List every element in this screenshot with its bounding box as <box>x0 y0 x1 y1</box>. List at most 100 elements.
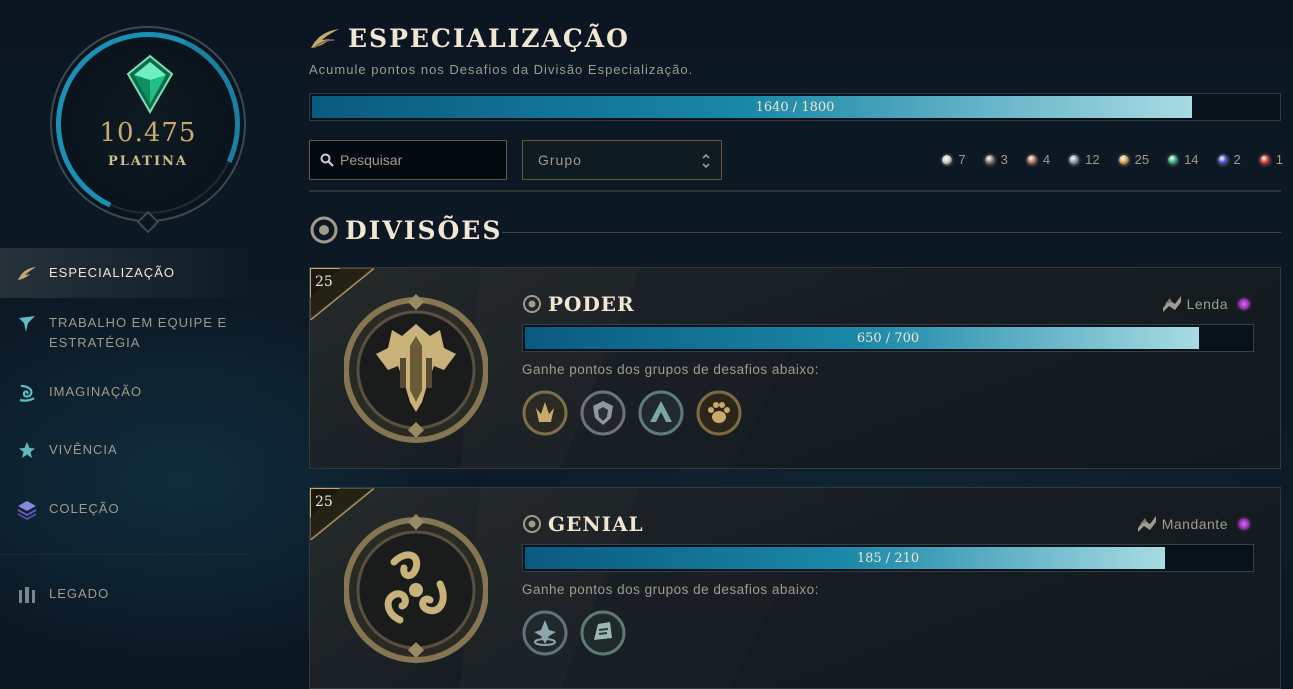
peak-icon[interactable] <box>638 390 684 436</box>
page-title: ESPECIALIZAÇÃO <box>348 24 630 53</box>
paw-icon[interactable] <box>696 390 742 436</box>
section-title: DIVISÕES <box>345 215 503 245</box>
sidebar-item-especializacao[interactable]: ESPECIALIZAÇÃO <box>0 248 248 298</box>
tier-gem-icon <box>940 152 955 167</box>
category-rank[interactable]: Mandante <box>1136 514 1252 534</box>
tier-gem-icon <box>1024 152 1039 167</box>
category-title: PODER <box>522 292 635 316</box>
header-divider <box>309 190 1281 192</box>
layers-icon <box>16 499 38 521</box>
tier-gem-icon <box>1067 152 1082 167</box>
challenge-groups <box>522 610 638 656</box>
scroll-icon[interactable] <box>580 610 626 656</box>
sidebar-item-vivencia[interactable]: VIVÊNCIA <box>0 440 248 462</box>
poder-medal-icon <box>344 294 488 443</box>
search-input[interactable] <box>340 152 500 168</box>
tier-count-value: 4 <box>1042 152 1051 167</box>
flag-icon <box>16 313 38 335</box>
crown-icon[interactable] <box>522 390 568 436</box>
tier-gem-icon <box>1257 152 1272 167</box>
banner-icon <box>1137 516 1156 532</box>
group-dropdown[interactable]: Grupo <box>522 140 722 180</box>
player-emblem[interactable]: 10.475 PLATINA <box>30 6 266 242</box>
tier-gem-icon <box>982 152 997 167</box>
rank-label: Lenda <box>1186 296 1228 312</box>
tier-count-value: 3 <box>1000 152 1008 167</box>
section-header: DIVISÕES <box>309 215 502 245</box>
target-icon <box>310 216 338 244</box>
tier-count: 7 <box>940 152 966 167</box>
tier-count-value: 25 <box>1134 152 1150 167</box>
sidebar-item-colecao[interactable]: COLEÇÃO <box>0 499 248 521</box>
tier-count: 2 <box>1215 152 1241 167</box>
swirl-icon <box>16 382 38 404</box>
sidebar-divider <box>0 554 248 555</box>
search-icon <box>320 153 334 167</box>
overall-progress-bar: 1640 / 1800 <box>309 93 1281 121</box>
category-progress-bar: 185 / 210 <box>522 544 1254 572</box>
tier-count-value: 14 <box>1184 152 1199 167</box>
group-dropdown-label: Grupo <box>538 152 582 168</box>
sidebar-item-imaginacao[interactable]: IMAGINAÇÃO <box>0 382 248 404</box>
category-progress-bar: 650 / 700 <box>522 324 1254 352</box>
sidebar-item-label: VIVÊNCIA <box>49 442 118 457</box>
star-icon <box>16 440 38 462</box>
sidebar-item-label: LEGADO <box>49 586 110 601</box>
mastery-points: 10.475 <box>99 118 197 148</box>
category-rank[interactable]: Lenda <box>1161 294 1252 314</box>
category-name: GENIAL <box>548 512 644 536</box>
category-hint: Ganhe pontos dos grupos de desafios abai… <box>522 582 819 597</box>
tier-gem-icon <box>1166 152 1181 167</box>
rank-label: PLATINA <box>107 154 188 169</box>
banner-icon <box>1162 296 1181 312</box>
tier-count: 3 <box>982 152 1008 167</box>
tier-count-value: 2 <box>1233 152 1241 167</box>
tier-gem-icon <box>1215 152 1230 167</box>
sidebar-item-label: TRABALHO EM EQUIPE E ESTRATÉGIA <box>49 315 228 350</box>
category-name: PODER <box>548 292 635 316</box>
category-card-poder[interactable]: 25 PODER Lenda 650 / 700 Ganhe pontos do… <box>309 267 1281 469</box>
tier-count-value: 7 <box>958 152 966 167</box>
progress-text: 1640 / 1800 <box>755 99 835 115</box>
progress-text: 185 / 210 <box>856 550 920 566</box>
progress-text: 650 / 700 <box>856 330 920 346</box>
tier-count: 14 <box>1166 152 1199 167</box>
sidebar-item-label: COLEÇÃO <box>49 501 120 516</box>
shield-icon[interactable] <box>580 390 626 436</box>
platinum-gem-icon <box>126 54 174 114</box>
search-box[interactable] <box>309 140 507 180</box>
sidebar-item-label: IMAGINAÇÃO <box>49 384 143 399</box>
sidebar: 10.475 PLATINA ESPECIALIZAÇÃO TRABALHO E… <box>0 0 266 689</box>
tier-gem-icon <box>1116 152 1131 167</box>
tier-count: 1 <box>1257 152 1283 167</box>
master-gem-icon <box>1236 516 1252 532</box>
category-card-genial[interactable]: 25 GENIAL Mandante 185 / 210 Ganhe ponto… <box>309 487 1281 689</box>
rank-label: Mandante <box>1161 516 1228 532</box>
sidebar-item-label: ESPECIALIZAÇÃO <box>49 265 175 280</box>
target-icon <box>523 295 541 313</box>
category-hint: Ganhe pontos dos grupos de desafios abai… <box>522 362 819 377</box>
tier-counts: 7 3 4 12 25 14 2 1 <box>923 152 1283 167</box>
tier-count: 12 <box>1067 152 1100 167</box>
sidebar-item-legado[interactable]: LEGADO <box>0 584 248 606</box>
target-icon <box>523 515 541 533</box>
beacon-icon[interactable] <box>522 610 568 656</box>
page-header: ESPECIALIZAÇÃO <box>310 24 630 53</box>
challenge-groups <box>522 390 754 436</box>
level-number: 25 <box>315 494 333 510</box>
tier-count-value: 12 <box>1085 152 1100 167</box>
sidebar-item-trabalho-em-equipe[interactable]: TRABALHO EM EQUIPE E ESTRATÉGIA <box>0 313 248 353</box>
genial-medal-icon <box>344 514 488 663</box>
tier-count: 4 <box>1024 152 1051 167</box>
master-gem-icon <box>1236 296 1252 312</box>
section-divider <box>502 232 1281 233</box>
pillars-icon <box>16 584 38 606</box>
tier-count: 25 <box>1116 152 1150 167</box>
page-subtitle: Acumule pontos nos Desafios da Divisão E… <box>309 62 694 77</box>
wing-icon <box>311 28 339 49</box>
level-number: 25 <box>315 274 333 290</box>
tier-count-value: 1 <box>1275 152 1283 167</box>
category-title: GENIAL <box>522 512 644 536</box>
wing-icon <box>16 263 38 285</box>
chevron-updown-icon <box>702 153 710 169</box>
